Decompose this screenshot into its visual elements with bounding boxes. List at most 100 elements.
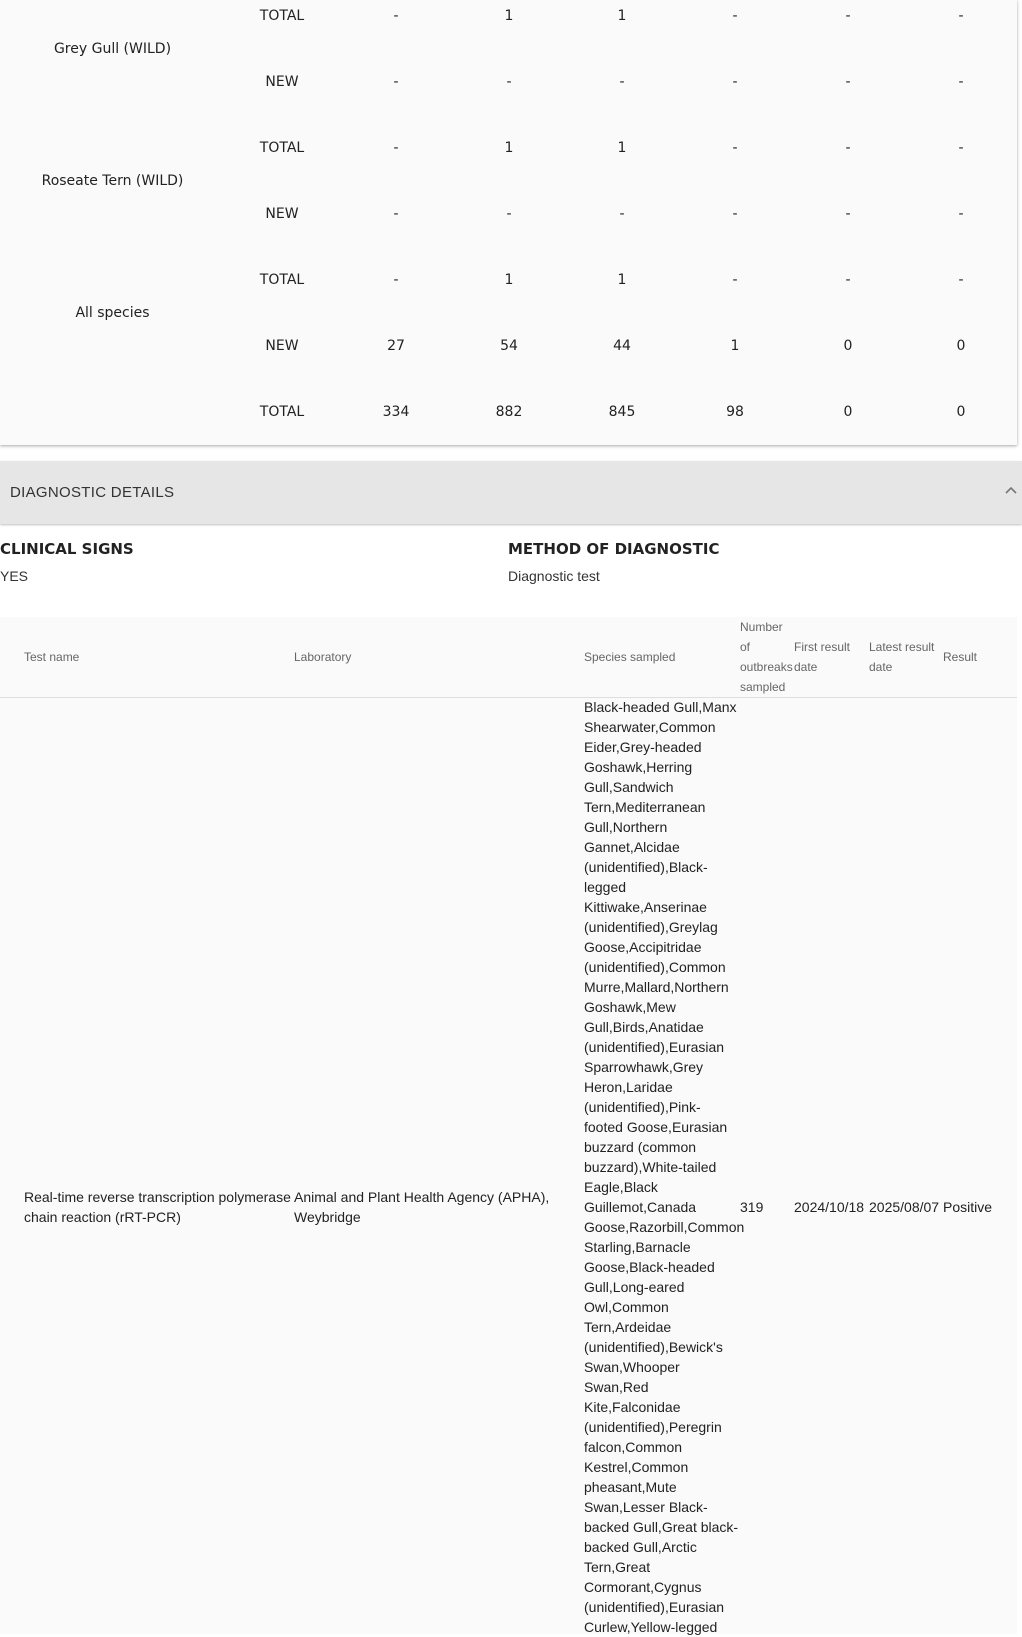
count-cell: - <box>732 206 738 222</box>
species-line: Goose,Accipitridae <box>584 939 702 955</box>
count-cell: 1 <box>504 140 514 156</box>
count-cell: - <box>958 140 964 156</box>
species-line: Gull,Sandwich <box>584 779 674 795</box>
column-latest-result-date[interactable]: Latest result date <box>869 637 934 677</box>
species-line: Owl,Common <box>584 1299 669 1315</box>
count-cell: - <box>958 272 964 288</box>
species-line: backed Gull,Arctic <box>584 1539 697 1555</box>
species-line: (unidentified),Black- <box>584 859 708 875</box>
species-line: Eagle,Black <box>584 1179 658 1195</box>
species-line: Goshawk,Herring <box>584 759 693 775</box>
count-cell: - <box>393 74 399 90</box>
header-line: Latest result <box>869 640 935 654</box>
count-cell: 334 <box>382 404 410 420</box>
count-cell: - <box>732 8 738 24</box>
species-line: Goose,Razorbill,Common <box>584 1219 745 1235</box>
species-line: Kittiwake,Anserinae <box>584 899 707 915</box>
clinical-signs-label: CLINICAL SIGNS <box>0 540 134 558</box>
species-line: (unidentified),Common <box>584 959 726 975</box>
count-cell: 1 <box>617 8 627 24</box>
species-line: (unidentified),Bewick's <box>584 1339 723 1355</box>
species-line: Heron,Laridae <box>584 1079 673 1095</box>
column-laboratory[interactable]: Laboratory <box>294 647 351 667</box>
count-cell: 0 <box>843 338 853 354</box>
count-cell: - <box>845 74 851 90</box>
species-counts-card: TOTAL - 1 1 - - - Grey Gull (WILD) NEW - - - - - - TOTA… <box>0 0 1017 445</box>
header-line: of <box>740 640 751 654</box>
count-cell: - <box>845 206 851 222</box>
species-name: Roseate Tern (WILD) <box>41 173 184 189</box>
header-line: Number <box>740 620 783 634</box>
species-line: (unidentified),Eurasian <box>584 1599 725 1615</box>
species-line: Starling,Barnacle <box>584 1239 691 1255</box>
count-cell: - <box>845 140 851 156</box>
count-cell: 1 <box>504 272 514 288</box>
species-line: Gull,Long-eared <box>584 1279 685 1295</box>
count-cell: - <box>732 74 738 90</box>
species-line: Tern,Ardeidae <box>584 1319 672 1335</box>
count-cell: - <box>393 8 399 24</box>
species-line: Gull,Birds,Anatidae <box>584 1019 704 1035</box>
method-of-diagnostic-label: METHOD OF DIAGNOSTIC <box>508 540 720 558</box>
clinical-signs-value: YES <box>0 568 29 584</box>
column-test-name[interactable]: Test name <box>24 647 79 667</box>
count-cell: - <box>845 272 851 288</box>
species-line: falcon,Common <box>584 1439 683 1455</box>
count-cell: - <box>619 74 625 90</box>
row-type-label: NEW <box>265 74 299 90</box>
count-cell: 0 <box>956 404 966 420</box>
outbreaks-sampled-cell: 319 <box>740 1199 764 1215</box>
count-cell: - <box>732 140 738 156</box>
row-type-label: NEW <box>265 338 299 354</box>
species-line: backed Gull,Great black- <box>584 1519 739 1535</box>
column-first-result-date[interactable]: First result date <box>794 637 850 677</box>
species-line: Swan,Red <box>584 1379 649 1395</box>
diagnostic-details-header[interactable]: DIAGNOSTIC DETAILS <box>0 461 1022 524</box>
section-title: DIAGNOSTIC DETAILS <box>10 484 175 501</box>
table-header: Test name Laboratory Species sampled Num… <box>0 617 1017 698</box>
count-cell: - <box>393 206 399 222</box>
species-line: (unidentified),Greylag <box>584 919 718 935</box>
count-cell: 54 <box>500 338 518 354</box>
result-cell: Positive <box>943 1199 993 1215</box>
species-line: Curlew,Yellow-legged <box>584 1619 718 1635</box>
species-line: Swan,Lesser Black- <box>584 1499 708 1515</box>
species-line: (unidentified),Eurasian <box>584 1039 725 1055</box>
species-name: Grey Gull (WILD) <box>53 41 172 57</box>
species-line: Goshawk,Mew <box>584 999 676 1015</box>
row-type-label: TOTAL <box>259 404 305 420</box>
test-name-cell: Real-time reverse transcription polymera… <box>24 1187 291 1227</box>
count-cell: - <box>845 8 851 24</box>
count-cell: 98 <box>726 404 744 420</box>
species-line: pheasant,Mute <box>584 1479 677 1495</box>
row-type-label: TOTAL <box>259 8 305 24</box>
count-cell: - <box>619 206 625 222</box>
header-line: First result <box>794 640 851 654</box>
species-line: (unidentified),Pink- <box>584 1099 701 1115</box>
species-line: Murre,Mallard,Northern <box>584 979 729 995</box>
column-outbreaks-sampled[interactable]: Number of outbreaks sampled <box>740 617 793 697</box>
species-line: Guillemot,Canada <box>584 1199 697 1215</box>
laboratory-cell: Animal and Plant Health Agency (APHA), We… <box>294 1187 549 1227</box>
chevron-up-icon[interactable] <box>1004 483 1018 497</box>
species-line: Gannet,Alcidae <box>584 839 680 855</box>
column-species-sampled[interactable]: Species sampled <box>584 647 675 667</box>
count-cell: 1 <box>617 272 627 288</box>
species-line: footed Goose,Eurasian <box>584 1119 728 1135</box>
species-sampled-cell: Black-headed Gull,Manx Shearwater,Common E… <box>584 697 744 1637</box>
header-line: date <box>869 660 893 674</box>
species-line: Sparrowhawk,Grey <box>584 1059 704 1075</box>
count-cell: 44 <box>613 338 631 354</box>
cell-line: Weybridge <box>294 1209 361 1225</box>
count-cell: - <box>393 272 399 288</box>
column-result[interactable]: Result <box>943 647 977 667</box>
species-line: Eider,Grey-headed <box>584 739 702 755</box>
species-line: Goose,Black-headed <box>584 1259 715 1275</box>
count-cell: - <box>958 8 964 24</box>
species-line: buzzard),White-tailed <box>584 1159 717 1175</box>
count-cell: 845 <box>608 404 636 420</box>
species-line: buzzard (common <box>584 1139 697 1155</box>
species-line: Kestrel,Common <box>584 1459 689 1475</box>
count-cell: - <box>958 74 964 90</box>
count-cell: 0 <box>843 404 853 420</box>
